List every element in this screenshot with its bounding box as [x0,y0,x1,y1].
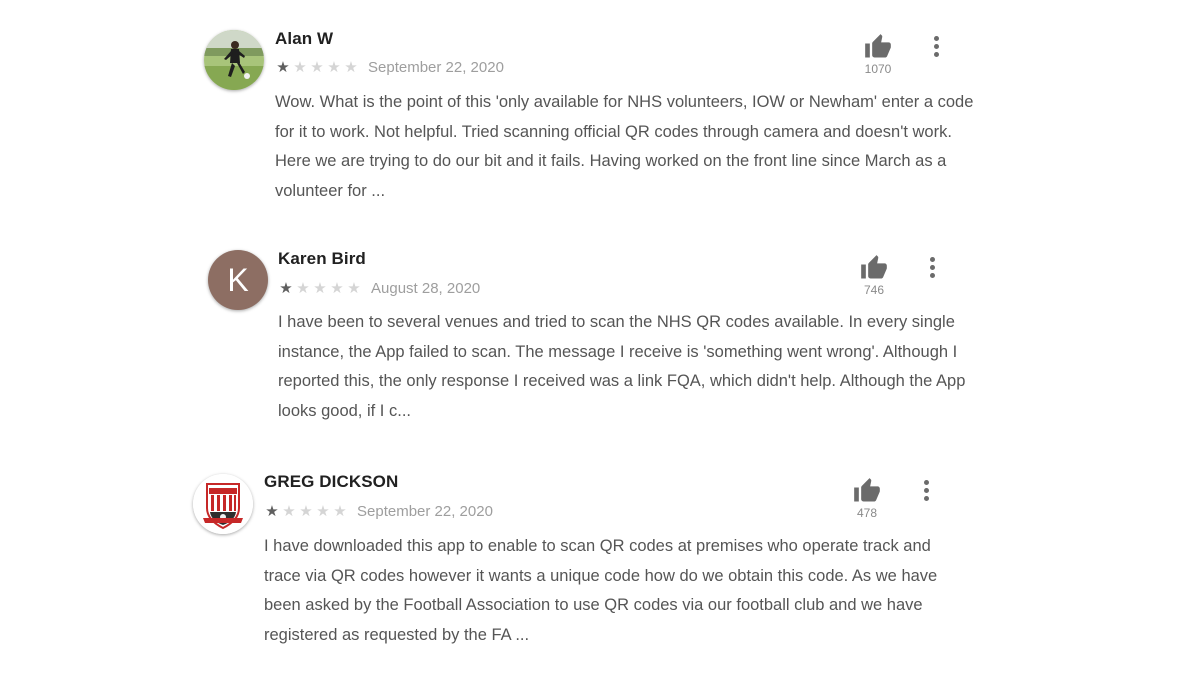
club-crest-icon [193,474,253,534]
helpful-count: 478 [856,506,878,520]
star-empty-icon: ★ [282,503,296,520]
more-options-icon[interactable] [917,480,937,508]
reviewer-name: Alan W [275,29,334,48]
star-empty-icon: ★ [344,59,358,76]
reviewer-name: GREG DICKSON [264,472,399,491]
thumbs-up-icon [854,478,880,502]
review-text: Wow. What is the point of this 'only ava… [275,93,974,201]
avatar-photo-icon [204,30,264,90]
star-empty-icon: ★ [313,280,327,297]
star-empty-icon: ★ [333,503,347,520]
star-filled-icon: ★ [265,503,279,520]
review-meta: ★ ★ ★ ★ ★ September 22, 2020 [264,503,493,520]
star-filled-icon: ★ [276,59,290,76]
thumbs-up-icon [861,255,887,279]
helpful-button[interactable]: 1070 [853,33,903,76]
more-options-icon[interactable] [923,257,943,285]
star-empty-icon: ★ [299,503,313,520]
review-text: I have downloaded this app to enable to … [264,537,938,645]
review-date: September 22, 2020 [368,59,504,76]
thumbs-up-icon [865,34,891,58]
review-meta: ★ ★ ★ ★ ★ September 22, 2020 [275,59,504,76]
helpful-count: 746 [863,283,885,297]
review-text: I have been to several venues and tried … [278,313,966,421]
helpful-button[interactable]: 478 [842,477,892,520]
star-empty-icon: ★ [347,280,361,297]
avatar [204,30,264,90]
helpful-count: 1070 [864,62,892,76]
helpful-button[interactable]: 746 [849,254,899,297]
star-empty-icon: ★ [316,503,330,520]
reviewer-name: Karen Bird [278,249,366,268]
review-date: September 22, 2020 [357,503,493,520]
review-meta: ★ ★ ★ ★ ★ August 28, 2020 [278,280,480,297]
avatar-letter: K [227,262,249,298]
star-empty-icon: ★ [293,59,307,76]
more-options-icon[interactable] [927,36,947,64]
review-date: August 28, 2020 [371,280,481,297]
star-rating: ★ ★ ★ ★ ★ [275,60,360,75]
star-empty-icon: ★ [310,59,324,76]
star-empty-icon: ★ [327,59,341,76]
star-filled-icon: ★ [279,280,293,297]
star-rating: ★ ★ ★ ★ ★ [264,504,349,519]
star-rating: ★ ★ ★ ★ ★ [278,281,363,296]
star-empty-icon: ★ [330,280,344,297]
avatar [193,474,253,534]
star-empty-icon: ★ [296,280,310,297]
avatar: K [208,250,268,310]
